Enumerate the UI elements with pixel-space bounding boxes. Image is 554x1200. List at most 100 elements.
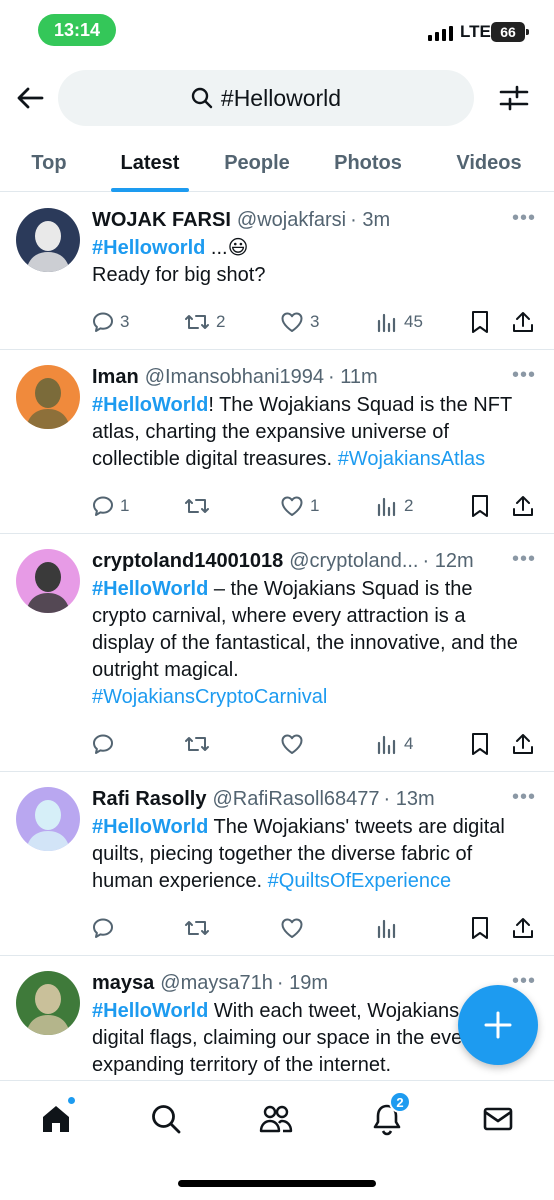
like-button[interactable]: 3 — [280, 295, 319, 349]
search-input[interactable]: #Helloworld — [58, 70, 474, 126]
tweet-header: Rafi Rasolly @RafiRasoll68477 · 13m — [92, 786, 540, 812]
views-count: 2 — [404, 496, 414, 515]
tweet[interactable]: Iman @Imansobhani1994 · 11m ••• #HelloWorld!… — [0, 350, 554, 534]
reply-button[interactable]: 3 — [92, 295, 129, 349]
author-name[interactable]: Iman — [92, 364, 139, 390]
hashtag-link[interactable]: #QuiltsOfExperience — [268, 870, 451, 892]
nav-communities[interactable] — [256, 1099, 296, 1139]
tweet-time: · 3m — [350, 209, 391, 231]
retweet-button[interactable]: 2 — [184, 295, 225, 349]
search-filter-button[interactable] — [494, 80, 534, 116]
reply-button[interactable] — [92, 717, 120, 771]
author-handle[interactable]: @RafiRasoll68477 — [212, 786, 379, 812]
author-handle[interactable]: @Imansobhani1994 — [145, 364, 324, 390]
network-label: LTE — [460, 22, 491, 41]
author-handle[interactable]: @cryptoland... — [289, 548, 418, 574]
views-button[interactable]: 4 — [376, 717, 413, 771]
tweet-actions — [92, 901, 540, 955]
arrow-left-icon — [17, 87, 44, 109]
author-name[interactable]: cryptoland14001018 — [92, 548, 283, 574]
reply-button[interactable]: 1 — [92, 479, 129, 533]
bookmark-button[interactable] — [470, 479, 490, 533]
avatar[interactable] — [16, 787, 80, 851]
like-button[interactable] — [280, 717, 310, 771]
compose-button[interactable] — [458, 985, 538, 1065]
tab-videos[interactable]: Videos — [424, 134, 554, 192]
author-handle[interactable]: @wojakfarsi — [237, 207, 346, 233]
hashtag-link[interactable]: #WojakiansCryptoCarnival — [92, 686, 327, 708]
heart-icon — [281, 918, 303, 938]
back-button[interactable] — [12, 80, 48, 116]
hashtag-link[interactable]: #HelloWorld — [92, 1000, 208, 1022]
views-icon — [377, 497, 396, 517]
reply-count: 1 — [120, 496, 130, 515]
like-button[interactable] — [280, 901, 310, 955]
retweet-icon — [185, 921, 209, 935]
views-button[interactable] — [376, 901, 404, 955]
author-name[interactable]: WOJAK FARSI — [92, 207, 231, 233]
retweet-button[interactable] — [184, 901, 216, 955]
retweet-button[interactable] — [184, 717, 216, 771]
reply-button[interactable] — [92, 901, 120, 955]
tweet-header: maysa @maysa71h · 19m — [92, 970, 540, 996]
share-icon — [513, 734, 533, 754]
retweet-button[interactable] — [184, 479, 216, 533]
nav-messages[interactable] — [478, 1099, 518, 1139]
nav-notifications[interactable]: 2 — [367, 1091, 411, 1139]
author-name[interactable]: maysa — [92, 970, 154, 996]
avatar[interactable] — [16, 971, 80, 1035]
hashtag-link[interactable]: #Helloworld — [92, 237, 205, 259]
avatar[interactable] — [16, 549, 80, 613]
tab-photos[interactable]: Photos — [312, 134, 424, 192]
tweet[interactable]: WOJAK FARSI @wojakfarsi · 3m ••• #Helloworld… — [0, 193, 554, 350]
share-button[interactable] — [512, 479, 534, 533]
reply-icon — [93, 734, 113, 754]
share-button[interactable] — [512, 901, 534, 955]
hashtag-link[interactable]: #HelloWorld — [92, 394, 208, 416]
like-count: 1 — [310, 496, 320, 515]
more-options-button[interactable]: ••• — [512, 364, 536, 387]
avatar[interactable] — [16, 208, 80, 272]
author-name[interactable]: Rafi Rasolly — [92, 786, 206, 812]
nav-explore[interactable] — [146, 1099, 186, 1139]
nav-home[interactable] — [36, 1096, 76, 1139]
tab-top[interactable]: Top — [0, 134, 98, 192]
views-icon — [377, 919, 396, 939]
tweet-actions: 1 1 2 — [92, 479, 540, 533]
retweet-icon — [185, 737, 209, 751]
bookmark-button[interactable] — [470, 295, 490, 349]
tweet-header: Iman @Imansobhani1994 · 11m — [92, 364, 540, 390]
tweet-actions: 4 — [92, 717, 540, 771]
hashtag-link[interactable]: #HelloWorld — [92, 578, 208, 600]
share-button[interactable] — [512, 717, 534, 771]
status-time: 13:14 — [38, 14, 116, 46]
views-icon — [377, 313, 396, 333]
tweet[interactable]: cryptoland14001018 @cryptoland... · 12m •••… — [0, 534, 554, 772]
sliders-icon — [499, 85, 529, 111]
bookmark-icon — [472, 311, 488, 333]
more-options-button[interactable]: ••• — [512, 786, 536, 809]
tweet-time: · 12m — [422, 550, 474, 572]
tweet[interactable]: Rafi Rasolly @RafiRasoll68477 · 13m ••• #Hel… — [0, 772, 554, 956]
hashtag-link[interactable]: #WojakiansAtlas — [338, 448, 485, 470]
bookmark-button[interactable] — [470, 901, 490, 955]
tab-latest[interactable]: Latest — [98, 134, 202, 192]
more-options-button[interactable]: ••• — [512, 548, 536, 571]
like-button[interactable]: 1 — [280, 479, 319, 533]
views-count: 45 — [404, 312, 423, 331]
search-icon — [191, 87, 213, 109]
bookmark-icon — [472, 733, 488, 755]
home-unread-dot — [67, 1096, 76, 1105]
share-button[interactable] — [512, 295, 534, 349]
search-tabs: Top Latest People Photos Videos — [0, 134, 554, 192]
avatar[interactable] — [16, 365, 80, 429]
bookmark-button[interactable] — [470, 717, 490, 771]
views-button[interactable]: 2 — [376, 479, 413, 533]
more-options-button[interactable]: ••• — [512, 207, 536, 230]
views-icon — [377, 735, 396, 755]
tab-people[interactable]: People — [202, 134, 312, 192]
hashtag-link[interactable]: #HelloWorld — [92, 816, 208, 838]
tweet-time: · 19m — [276, 972, 328, 994]
views-button[interactable]: 45 — [376, 295, 423, 349]
author-handle[interactable]: @maysa71h — [160, 970, 273, 996]
